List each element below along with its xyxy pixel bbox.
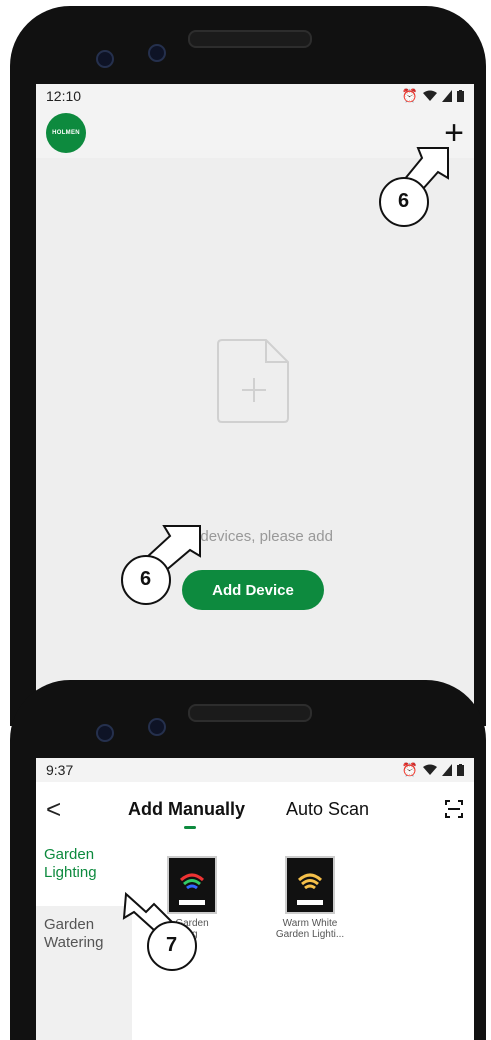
callout-number: 7 — [166, 934, 178, 956]
phone-bezel — [10, 6, 486, 86]
battery-icon — [457, 90, 464, 102]
camera-icon — [96, 50, 114, 68]
tab-add-manually[interactable]: Add Manually — [128, 799, 245, 820]
speaker-grille — [188, 30, 312, 48]
wifi-icon — [423, 764, 437, 775]
camera-icon — [148, 718, 166, 736]
led-lamp-icon — [167, 856, 217, 914]
status-time: 12:10 — [46, 88, 82, 104]
app-screen-add-device: 9:37 ⏰ < Add Manually Auto Scan Garden L… — [36, 758, 474, 1040]
empty-document-icon — [217, 339, 289, 423]
phone-frame-bottom: 9:37 ⏰ < Add Manually Auto Scan Garden L… — [10, 680, 486, 1040]
category-garden-watering[interactable]: Garden Watering — [36, 906, 132, 962]
led-lamp-icon — [285, 856, 335, 914]
back-icon[interactable]: < — [46, 794, 61, 825]
add-device-header: < Add Manually Auto Scan — [36, 782, 474, 836]
alarm-icon: ⏰ — [401, 762, 418, 777]
phone-frame-top: 12:10 ⏰ HOLMEN + No devices, please add … — [10, 6, 486, 726]
camera-icon — [148, 44, 166, 62]
signal-icon — [442, 764, 452, 776]
phone-bezel — [10, 680, 486, 760]
status-bar: 9:37 ⏰ — [36, 758, 474, 782]
wifi-icon — [423, 90, 437, 101]
app-header: HOLMEN + — [36, 108, 474, 158]
device-label-line2: Garden Lighti... — [275, 929, 345, 940]
device-list-empty: No devices, please add Add Device — [36, 158, 474, 726]
signal-icon — [442, 90, 452, 102]
callout-arrow — [121, 525, 201, 605]
alarm-icon: ⏰ — [401, 88, 418, 103]
empty-message: No devices, please add — [177, 528, 333, 545]
callout-step-6-plus: 6 — [378, 147, 449, 228]
callout-number: 6 — [140, 568, 152, 590]
callout-step-6-button: 6 — [120, 525, 201, 606]
category-sidebar: Garden Lighting Garden Watering — [36, 836, 132, 1040]
callout-number: 6 — [398, 190, 410, 212]
speaker-grille — [188, 704, 312, 722]
brand-logo[interactable]: HOLMEN — [46, 113, 86, 153]
category-garden-lighting[interactable]: Garden Lighting — [36, 836, 132, 906]
status-time: 9:37 — [46, 762, 74, 778]
add-device-plus-button[interactable]: + — [444, 116, 464, 150]
device-tile[interactable]: Warm White Garden Lighti... — [260, 856, 360, 940]
callout-step-7: 7 — [122, 891, 198, 972]
status-bar: 12:10 ⏰ — [36, 84, 474, 108]
camera-icon — [96, 724, 114, 742]
callout-arrow — [379, 147, 449, 227]
device-label-line1: Warm White — [282, 918, 338, 929]
battery-icon — [457, 764, 464, 776]
tab-auto-scan[interactable]: Auto Scan — [286, 799, 369, 820]
active-tab-indicator — [184, 826, 196, 829]
scan-icon[interactable] — [444, 799, 464, 819]
